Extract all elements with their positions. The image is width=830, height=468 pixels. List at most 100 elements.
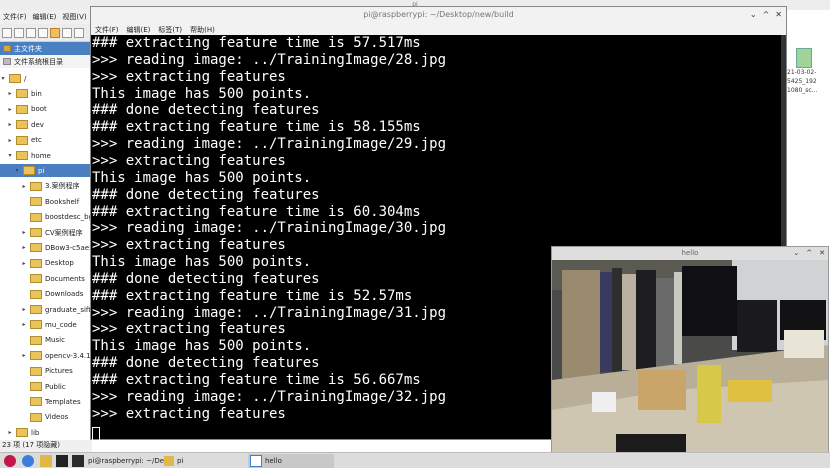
tree-item[interactable]: ▸ DBow3-c5ae539: [0, 241, 92, 254]
tree-expander-icon[interactable]: ▸: [21, 306, 27, 313]
terminal-line: >>> reading image: ../TrainingImage/32.j…: [92, 388, 447, 405]
raspberry-menu-icon[interactable]: [4, 455, 16, 467]
minimize-icon[interactable]: ⌄: [793, 247, 799, 260]
file-name-line: 1080_sc...: [787, 87, 818, 94]
tree-item[interactable]: ▸ boot: [0, 103, 47, 116]
task-label: pi@raspberrypi: ~/De...: [88, 457, 171, 465]
back-icon[interactable]: [14, 27, 24, 38]
tree-item[interactable]: ▾ /: [0, 72, 26, 85]
folder-icon[interactable]: [40, 455, 52, 467]
terminal-line: >>> extracting features: [92, 405, 286, 422]
tree-item-label: 3.案例程序: [45, 182, 80, 191]
tree-expander-icon[interactable]: ▸: [21, 183, 27, 190]
tree-item[interactable]: Templates: [0, 395, 81, 408]
task-hello[interactable]: hello: [248, 454, 334, 468]
tree-expander-icon[interactable]: ▸: [7, 121, 13, 128]
terminal-line: ### done detecting features: [92, 102, 320, 119]
close-icon[interactable]: ✕: [775, 7, 782, 23]
tree-item-label: Pictures: [45, 367, 73, 376]
tree-expander-icon[interactable]: ▸: [21, 229, 27, 236]
tree-expander-icon[interactable]: ▸: [21, 244, 27, 251]
tree-item-label: Downloads: [45, 290, 84, 299]
tree-item[interactable]: ▾ pi: [0, 164, 92, 178]
drive-icon: [3, 58, 11, 65]
tree-item[interactable]: Music: [0, 334, 65, 347]
detail-view-icon[interactable]: [74, 27, 84, 38]
menu-edit[interactable]: 编辑(E): [30, 10, 60, 24]
browser-icon[interactable]: [22, 455, 34, 467]
task-file-manager[interactable]: pi: [162, 454, 248, 468]
folder-icon: [9, 74, 21, 83]
tree-item[interactable]: ▸ lib: [0, 426, 39, 439]
list-view-icon[interactable]: [62, 27, 72, 38]
terminal-window-controls: ⌄ ^ ✕: [750, 7, 782, 23]
file-manager-toolbar: [0, 24, 92, 42]
place-home-folder[interactable]: 主文件夹: [0, 42, 92, 55]
tree-item[interactable]: Documents: [0, 272, 85, 285]
icon-view-icon[interactable]: [50, 27, 60, 38]
terminal-line: ### extracting feature time is 56.667ms: [92, 372, 421, 388]
tree-item[interactable]: ▸ 3.案例程序: [0, 180, 80, 193]
tree-expander-icon[interactable]: ▸: [7, 137, 13, 144]
tree-item-label: Templates: [45, 397, 81, 406]
tree-item-label: Desktop: [45, 259, 74, 268]
new-tab-icon[interactable]: [2, 27, 12, 38]
places-pane: 主文件夹 文件系统根目录: [0, 42, 92, 68]
hello-window: hello ⌄ ^ ✕: [551, 246, 829, 468]
minimize-icon[interactable]: ⌄: [750, 7, 757, 23]
terminal-icon[interactable]: [56, 455, 68, 467]
tree-item[interactable]: Public: [0, 380, 66, 393]
terminal-icon[interactable]: [72, 455, 84, 467]
tree-item[interactable]: Videos: [0, 411, 68, 424]
place-label: 文件系统根目录: [14, 57, 63, 66]
tree-item-label: pi: [38, 166, 45, 175]
place-root-filesystem[interactable]: 文件系统根目录: [0, 55, 92, 68]
tree-expander-icon[interactable]: ▸: [7, 106, 13, 113]
tree-expander-icon[interactable]: ▸: [21, 321, 27, 328]
tree-item[interactable]: ▸ Desktop: [0, 257, 74, 270]
tree-item[interactable]: ▸ etc: [0, 134, 42, 147]
terminal-line: ### extracting feature time is 57.517ms: [92, 35, 421, 51]
tree-item[interactable]: ▾ home: [0, 149, 51, 162]
tree-expander-icon[interactable]: ▸: [7, 429, 13, 436]
tree-expander-icon[interactable]: ▸: [7, 90, 13, 97]
forward-icon[interactable]: [26, 27, 36, 38]
terminal-line: This image has 500 points.: [92, 85, 312, 102]
tree-item[interactable]: ▸ graduate_sift_pa: [0, 303, 92, 316]
task-terminal[interactable]: pi@raspberrypi: ~/De...: [86, 454, 171, 468]
menu-view[interactable]: 视图(V): [59, 10, 89, 24]
tree-item[interactable]: Downloads: [0, 288, 83, 301]
tree-item[interactable]: boostdesc_bgm: [0, 211, 92, 224]
hello-title: hello: [552, 247, 828, 260]
folder-icon: [30, 228, 42, 237]
close-icon[interactable]: ✕: [819, 247, 825, 260]
tree-item[interactable]: ▸ CV案例程序: [0, 226, 83, 239]
home-icon[interactable]: [38, 27, 48, 38]
menu-file[interactable]: 文件(F): [0, 10, 30, 24]
tree-item[interactable]: ▸ bin: [0, 87, 42, 100]
image-file-icon[interactable]: [796, 48, 812, 68]
tree-expander-icon[interactable]: ▸: [21, 260, 27, 267]
tree-item-label: etc: [31, 136, 42, 145]
tree-item[interactable]: Pictures: [0, 365, 73, 378]
tree-item[interactable]: ▸ opencv-3.4.13: [0, 349, 92, 362]
home-folder-icon: [3, 45, 11, 52]
terminal-line: ### done detecting features: [92, 270, 320, 287]
camera-frame-picture: [552, 260, 828, 467]
tree-item-label: Documents: [45, 274, 85, 283]
maximize-icon[interactable]: ^: [806, 247, 812, 260]
camera-image: [552, 260, 828, 467]
task-label: hello: [265, 457, 282, 465]
tree-item[interactable]: ▸ mu_code: [0, 318, 77, 331]
terminal-line: ### extracting feature time is 60.304ms: [92, 203, 421, 220]
tree-item[interactable]: Bookshelf: [0, 195, 79, 208]
maximize-icon[interactable]: ^: [763, 7, 770, 23]
terminal-line: This image has 500 points.: [92, 338, 312, 355]
tree-expander-icon[interactable]: ▸: [21, 352, 27, 359]
tree-item[interactable]: ▸ dev: [0, 118, 44, 131]
tree-item-label: boostdesc_bgm: [45, 213, 92, 222]
tree-expander-icon[interactable]: ▾: [0, 75, 6, 82]
tree-expander-icon[interactable]: ▾: [14, 167, 20, 174]
folder-icon: [16, 428, 28, 438]
tree-expander-icon[interactable]: ▾: [7, 152, 13, 159]
